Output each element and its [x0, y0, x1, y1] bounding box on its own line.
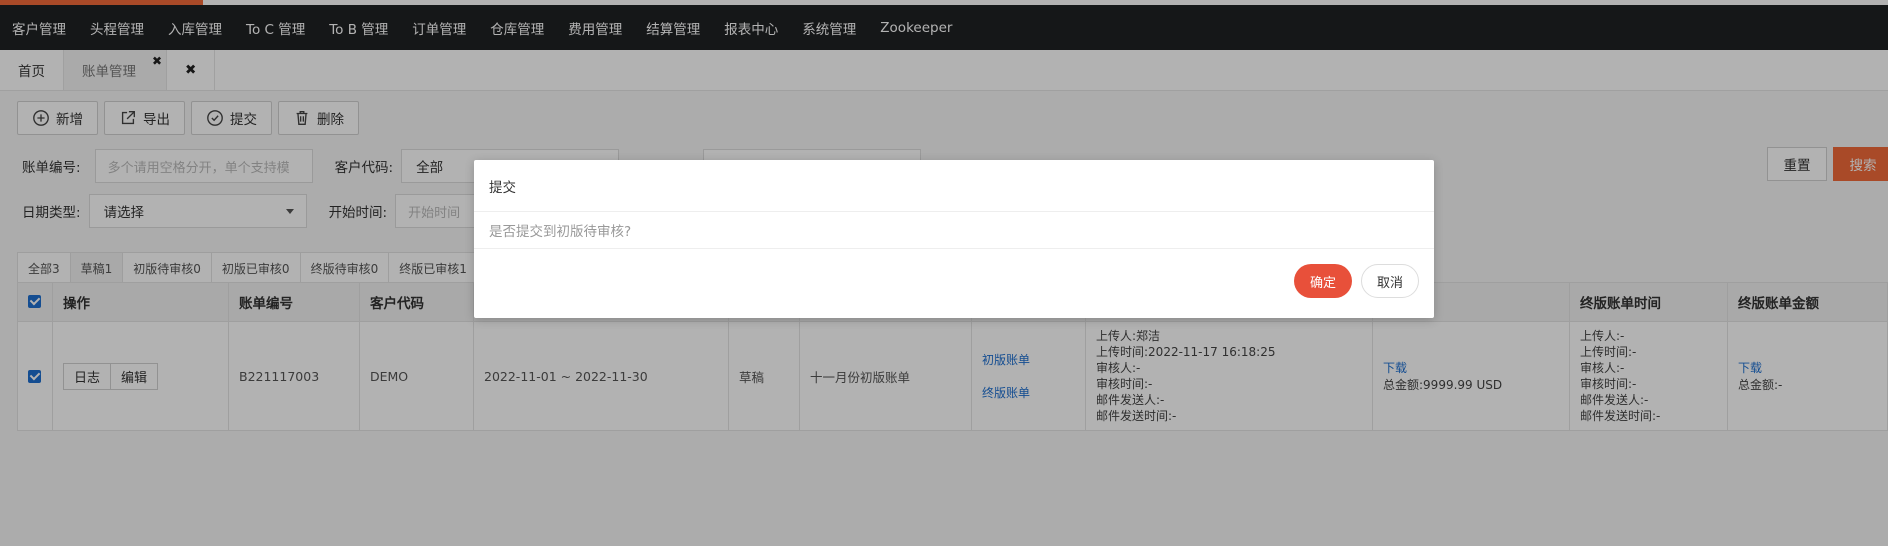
confirm-button[interactable]: 确定	[1293, 264, 1352, 298]
dialog-title: 提交	[474, 160, 1434, 212]
dialog-message: 是否提交到初版待审核?	[474, 212, 1434, 249]
cancel-button[interactable]: 取消	[1360, 264, 1419, 298]
submit-confirm-dialog: 提交 是否提交到初版待审核? 确定 取消	[474, 160, 1434, 318]
dialog-actions: 确定 取消	[1293, 264, 1419, 298]
